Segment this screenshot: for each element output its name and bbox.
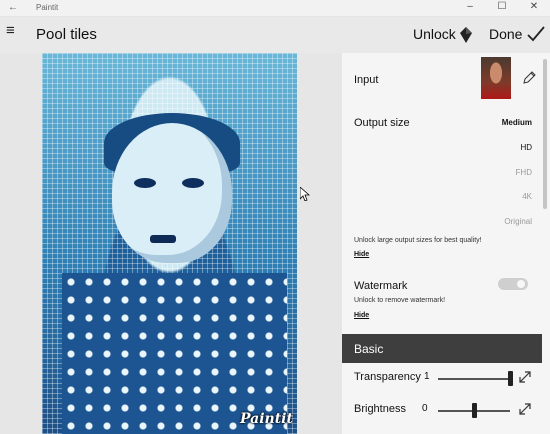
size-option-original[interactable]: Original	[492, 217, 532, 226]
diamond-icon[interactable]	[459, 26, 473, 44]
hamburger-menu-icon[interactable]: ≡	[6, 23, 22, 39]
output-size-label: Output size	[354, 117, 410, 129]
watermark-label: Watermark	[354, 280, 408, 292]
hide-link-watermark[interactable]: Hide	[354, 312, 369, 319]
maximize-button[interactable]: ☐	[492, 1, 512, 12]
done-button[interactable]: Done	[489, 26, 522, 42]
photo-mouth	[150, 235, 176, 243]
close-button[interactable]: ✕	[524, 1, 544, 12]
minimize-button[interactable]: –	[460, 1, 480, 12]
watermark-toggle[interactable]	[498, 278, 528, 290]
transparency-slider-handle[interactable]	[508, 371, 513, 386]
unlock-button[interactable]: Unlock	[413, 26, 456, 42]
size-option-fhd[interactable]: FHD	[492, 168, 532, 177]
brightness-slider-handle[interactable]	[472, 403, 477, 418]
checkmark-icon[interactable]	[527, 26, 545, 42]
settings-panel: Input Output size Medium HD FHD 4K Origi…	[342, 53, 550, 434]
brightness-value: 0	[422, 403, 428, 414]
brightness-label: Brightness	[354, 403, 406, 415]
section-title-basic: Basic	[354, 342, 384, 356]
app-header: ≡ Pool tiles Unlock Done	[0, 17, 550, 53]
size-option-hd[interactable]: HD	[492, 143, 532, 152]
expand-icon[interactable]	[518, 370, 532, 384]
watermark-note: Unlock to remove watermark!	[354, 297, 446, 304]
photo-shirt	[62, 273, 287, 434]
pencil-icon[interactable]	[521, 70, 537, 86]
section-header-basic[interactable]: Basic	[342, 334, 542, 363]
filtered-photo: Paintit	[42, 53, 297, 434]
size-option-medium[interactable]: Medium	[492, 118, 532, 127]
expand-icon[interactable]	[518, 402, 532, 416]
hide-link-size[interactable]: Hide	[354, 251, 369, 258]
watermark-text: Paintit	[240, 411, 293, 427]
canvas-area: Paintit	[0, 53, 342, 434]
size-option-4k[interactable]: 4K	[492, 192, 532, 201]
back-arrow-icon[interactable]: ←	[8, 2, 18, 13]
photo-eye-left	[134, 178, 156, 188]
transparency-value: 1	[424, 371, 430, 382]
panel-scrollbar[interactable]	[541, 53, 548, 333]
filter-title: Pool tiles	[36, 26, 97, 43]
window-title: Paintit	[36, 3, 59, 12]
transparency-label: Transparency	[354, 371, 421, 383]
transparency-slider-track[interactable]	[438, 378, 510, 380]
window-title-bar: ← Paintit – ☐ ✕	[0, 0, 550, 17]
input-thumbnail[interactable]	[481, 57, 511, 99]
unlock-size-note: Unlock large output sizes for best quali…	[354, 237, 482, 244]
input-label: Input	[354, 74, 379, 86]
photo-eye-right	[182, 178, 204, 188]
cursor-icon	[300, 187, 310, 201]
